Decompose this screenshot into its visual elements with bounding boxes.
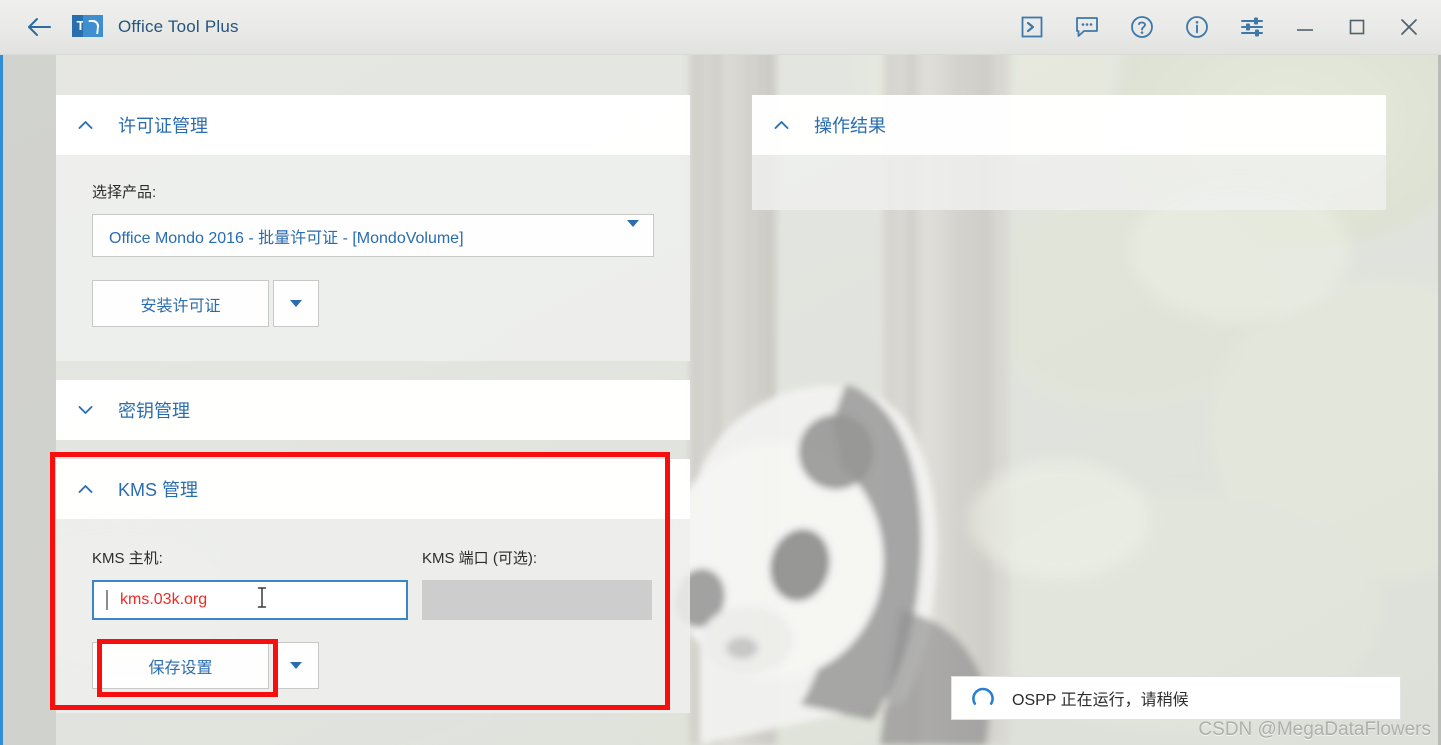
kms-host-label: KMS 主机: [92, 550, 163, 567]
install-license-dropdown-button[interactable] [273, 280, 319, 327]
ibeam-cursor-icon [256, 586, 268, 615]
chevron-down-icon [627, 219, 639, 245]
help-icon[interactable] [1114, 4, 1169, 50]
install-license-button[interactable]: 安装许可证 [92, 280, 269, 327]
app-logo-icon: T [72, 12, 104, 42]
feedback-icon[interactable] [1059, 4, 1114, 50]
product-select-value: Office Mondo 2016 - 批量许可证 - [MondoVolume… [109, 229, 464, 247]
main-content: 许可证管理 选择产品: Office Mondo 2016 - 批量许可证 - … [0, 55, 1441, 745]
kms-host-input-value: kms.03k.org [120, 591, 208, 608]
window-left-accent-border [0, 55, 3, 745]
loading-spinner-icon [970, 685, 996, 711]
page-title: Office Tool Plus [118, 17, 239, 36]
chevron-up-icon [774, 120, 800, 130]
panel-kms-header[interactable]: KMS 管理 [56, 459, 690, 519]
status-toast: OSPP 正在运行，请稍候 [951, 676, 1401, 720]
panel-operation-result: 操作结果 [752, 95, 1386, 210]
kms-port-label: KMS 端口 (可选): [422, 550, 537, 567]
kms-port-field-group: KMS 端口 (可选): [422, 547, 652, 620]
kms-port-input[interactable] [422, 580, 652, 620]
maximize-button[interactable] [1331, 4, 1383, 50]
close-button[interactable] [1383, 4, 1435, 50]
save-settings-splitbutton: 保存设置 [92, 642, 654, 689]
panel-kms-body: KMS 主机: kms.03k.org KMS 端口 (可选): 保存设置 [56, 519, 690, 713]
text-caret [106, 590, 108, 610]
panel-license-management: 许可证管理 选择产品: Office Mondo 2016 - 批量许可证 - … [56, 95, 690, 361]
product-select-label: 选择产品: [92, 184, 157, 201]
chevron-down-icon [78, 405, 104, 415]
panel-license-header[interactable]: 许可证管理 [56, 95, 690, 155]
kms-host-field-group: KMS 主机: kms.03k.org [92, 547, 422, 620]
logo-arrow [83, 15, 103, 37]
save-settings-button[interactable]: 保存设置 [92, 642, 269, 689]
back-button[interactable] [16, 7, 62, 47]
settings-icon[interactable] [1224, 4, 1279, 50]
kms-fields-row: KMS 主机: kms.03k.org KMS 端口 (可选): [92, 547, 654, 620]
info-icon[interactable] [1169, 4, 1224, 50]
minimize-button[interactable] [1279, 4, 1331, 50]
status-toast-text: OSPP 正在运行，请稍候 [1012, 692, 1189, 709]
panel-license-title: 许可证管理 [118, 116, 208, 136]
panel-key-management: 密钥管理 [56, 380, 690, 440]
panel-key-header[interactable]: 密钥管理 [56, 380, 690, 440]
panel-result-title: 操作结果 [814, 116, 886, 136]
product-select[interactable]: Office Mondo 2016 - 批量许可证 - [MondoVolume… [92, 214, 654, 257]
kms-host-input[interactable]: kms.03k.org [92, 580, 408, 620]
chevron-up-icon [78, 484, 104, 494]
console-icon[interactable] [1004, 4, 1059, 50]
application-window: T Office Tool Plus 许可证管理 选择产品: Office Mo… [0, 0, 1441, 745]
install-license-splitbutton: 安装许可证 [92, 280, 654, 327]
watermark: CSDN @MegaDataFlowers [1198, 719, 1431, 740]
title-bar-left: T Office Tool Plus [0, 0, 1004, 54]
panel-key-title: 密钥管理 [118, 401, 190, 421]
panel-result-header[interactable]: 操作结果 [752, 95, 1386, 155]
panel-kms-title: KMS 管理 [118, 480, 199, 500]
title-bar-right [1004, 0, 1441, 54]
panel-result-body [752, 155, 1386, 210]
save-settings-dropdown-button[interactable] [273, 642, 319, 689]
title-bar: T Office Tool Plus [0, 0, 1441, 55]
chevron-up-icon [78, 120, 104, 130]
panel-license-body: 选择产品: Office Mondo 2016 - 批量许可证 - [Mondo… [56, 155, 690, 361]
panel-kms-management: KMS 管理 KMS 主机: kms.03k.org KMS 端口 (可选): … [56, 459, 690, 713]
